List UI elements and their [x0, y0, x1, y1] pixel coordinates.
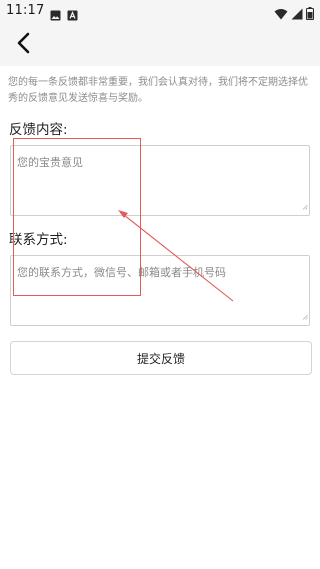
signal-icon	[291, 5, 303, 24]
resize-grip-icon	[302, 195, 308, 214]
battery-icon	[306, 5, 314, 24]
image-icon	[50, 6, 61, 25]
contact-info-label: 联系方式:	[9, 232, 68, 248]
feedback-content-input[interactable]: 您的宝贵意见	[10, 145, 310, 216]
submit-feedback-button[interactable]: 提交反馈	[10, 341, 312, 375]
contact-info-input[interactable]: 您的联系方式，微信号、邮箱或者手机号码	[10, 255, 310, 326]
resize-grip-icon	[302, 305, 308, 324]
status-bar: 11:17	[0, 0, 320, 24]
feedback-intro-text: 您的每一条反馈都非常重要，我们会认真对待，我们将不定期选择优秀的反馈意见发送惊喜…	[8, 77, 308, 104]
status-notification-icons	[50, 6, 78, 25]
feedback-content-label: 反馈内容:	[9, 122, 68, 138]
back-chevron-icon	[16, 32, 32, 58]
app-bar	[0, 24, 320, 66]
back-button[interactable]	[8, 29, 40, 61]
feedback-content-placeholder: 您的宝贵意见	[17, 156, 83, 169]
a-app-icon	[67, 6, 78, 25]
status-system-icons	[274, 5, 314, 24]
contact-info-placeholder: 您的联系方式，微信号、邮箱或者手机号码	[17, 266, 226, 279]
status-time: 11:17	[6, 3, 45, 18]
wifi-icon	[274, 5, 288, 24]
